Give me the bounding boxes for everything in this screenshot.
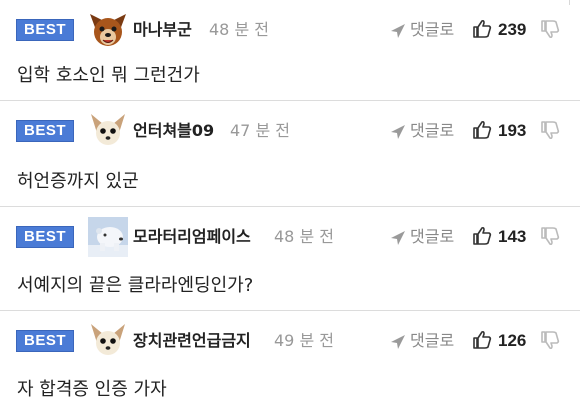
comment-meta: BEST 장치관련언급금지 49 분 전 댓글로 126 <box>0 320 580 361</box>
nickname[interactable]: 모라터리엄페이스 <box>133 226 251 248</box>
thumbs-down-icon[interactable] <box>540 330 560 350</box>
timestamp: 48 분 전 <box>209 20 269 39</box>
like-count: 143 <box>498 227 527 246</box>
comment-text: 자 합격증 인증 가자 <box>17 379 167 400</box>
thumbs-up-icon <box>473 19 492 38</box>
comment-item: BEST 마나부군 48 분 전 댓글로 239 입학 호소인 뭐 그런건가 <box>0 0 580 101</box>
timestamp: 48 분 전 <box>274 227 334 246</box>
reply-label: 댓글로 <box>410 331 455 350</box>
polar-bear-avatar[interactable] <box>88 217 128 257</box>
chihuahua-avatar[interactable] <box>88 111 128 151</box>
thumbs-down-icon[interactable] <box>540 120 560 140</box>
dog-face-avatar[interactable] <box>88 10 128 50</box>
best-badge: BEST <box>16 330 74 352</box>
reply-label: 댓글로 <box>410 227 455 246</box>
nickname[interactable]: 장치관련언급금지 <box>133 330 251 352</box>
thumbs-up-icon <box>473 226 492 245</box>
nickname[interactable]: 언터쳐블09 <box>133 120 214 142</box>
best-badge: BEST <box>16 226 74 248</box>
send-arrow-icon <box>391 125 405 139</box>
best-badge: BEST <box>16 19 74 41</box>
comment-item: BEST 언터쳐블09 47 분 전 댓글로 193 허언증까지 있군 <box>0 101 580 207</box>
comment-meta: BEST 모라터리엄페이스 48 분 전 댓글로 143 <box>0 216 580 257</box>
send-arrow-icon <box>391 24 405 38</box>
reply-label: 댓글로 <box>410 121 455 140</box>
send-arrow-icon <box>391 335 405 349</box>
like-count: 126 <box>498 331 527 350</box>
timestamp: 47 분 전 <box>230 121 290 140</box>
comment-text: 입학 호소인 뭐 그런건가 <box>17 65 200 86</box>
send-arrow-icon <box>391 231 405 245</box>
chihuahua-avatar[interactable] <box>88 321 128 361</box>
comment-meta: BEST 마나부군 48 분 전 댓글로 239 <box>0 9 580 50</box>
thumbs-up-icon <box>473 120 492 139</box>
comment-text: 허언증까지 있군 <box>17 171 139 192</box>
thumbs-up-icon <box>473 330 492 349</box>
thumbs-down-icon[interactable] <box>540 19 560 39</box>
timestamp: 49 분 전 <box>274 331 334 350</box>
comment-text: 서예지의 끝은 클라라엔딩인가? <box>17 275 254 296</box>
comment-item: BEST 모라터리엄페이스 48 분 전 댓글로 143 서예지의 끝은 클라라… <box>0 207 580 311</box>
comment-item: BEST 장치관련언급금지 49 분 전 댓글로 126 자 합격증 인증 가자 <box>0 311 580 415</box>
like-count: 193 <box>498 121 527 140</box>
like-count: 239 <box>498 20 527 39</box>
best-badge: BEST <box>16 120 74 142</box>
comment-meta: BEST 언터쳐블09 47 분 전 댓글로 193 <box>0 110 580 151</box>
reply-label: 댓글로 <box>410 20 455 39</box>
thumbs-down-icon[interactable] <box>540 226 560 246</box>
nickname[interactable]: 마나부군 <box>133 19 192 41</box>
